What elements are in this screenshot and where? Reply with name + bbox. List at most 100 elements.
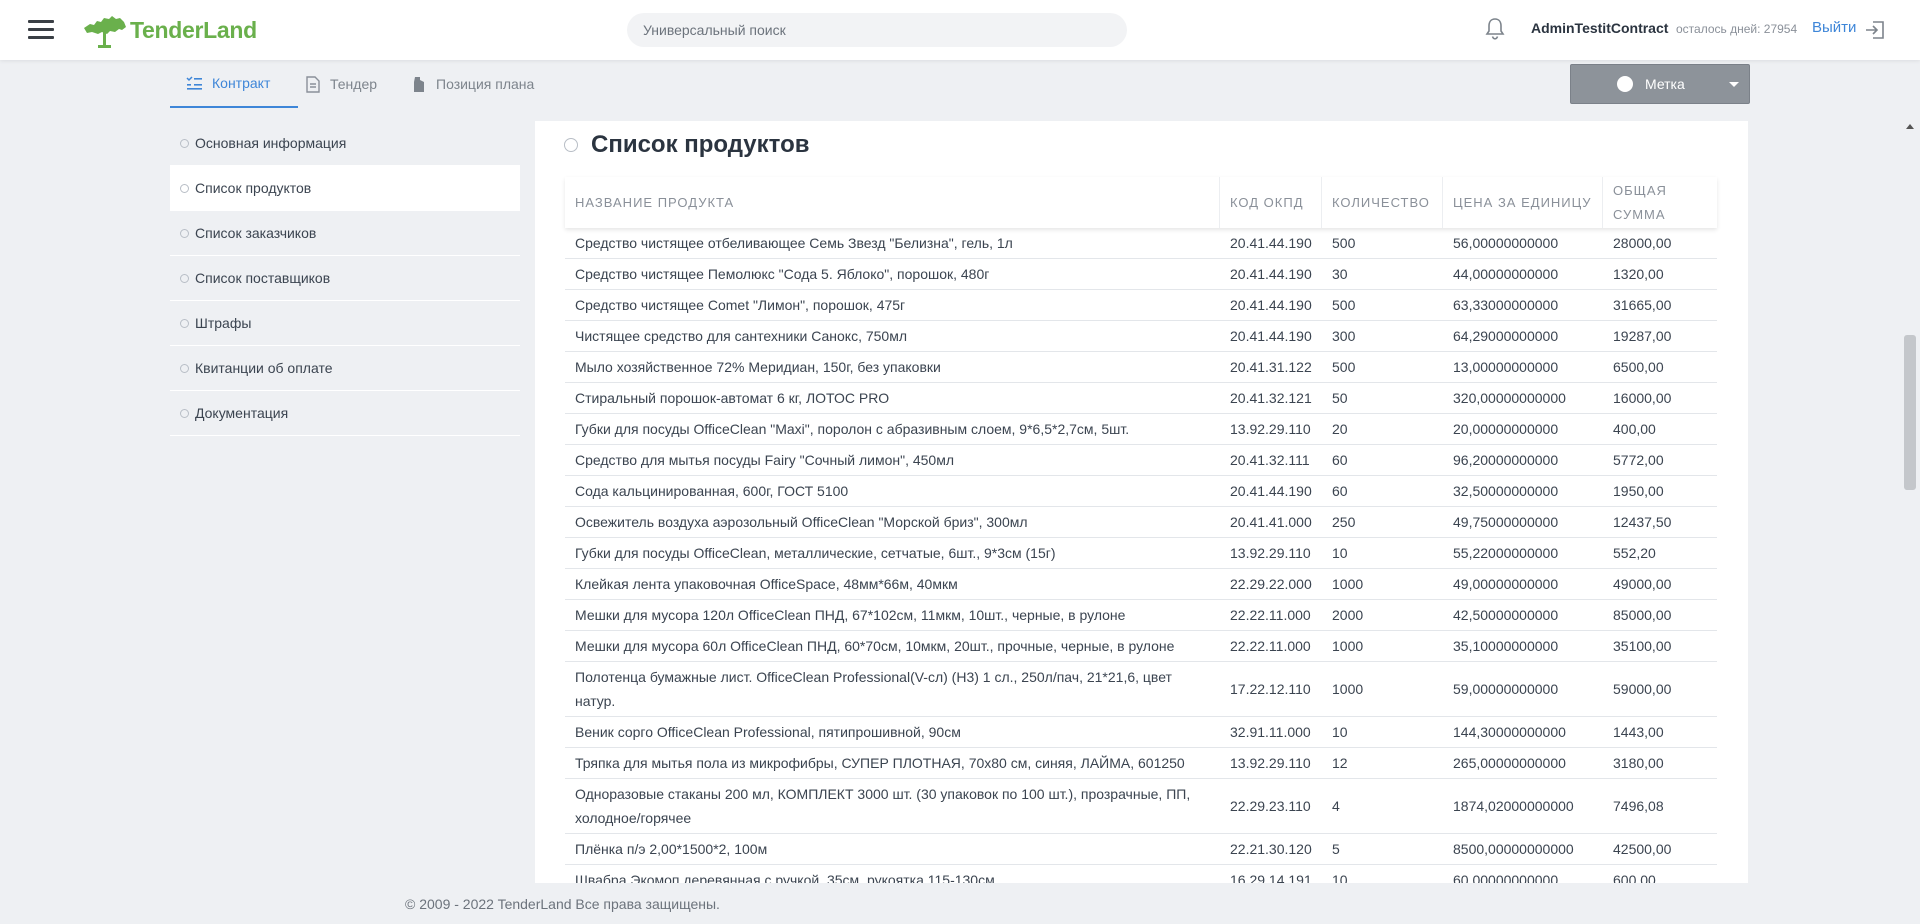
cell-okpd: 20.41.44.190 <box>1230 328 1312 344</box>
table-row[interactable]: Освежитель воздуха аэрозольный OfficeCle… <box>565 507 1717 538</box>
cell-product-name: Мешки для мусора 60л OfficeClean ПНД, 60… <box>575 638 1175 654</box>
cell-unit-price: 59,00000000000 <box>1453 681 1559 697</box>
cell-unit-price: 56,00000000000 <box>1453 235 1559 251</box>
cell-okpd: 20.41.32.111 <box>1230 452 1310 468</box>
sidebar-item-label: Основная информация <box>195 135 347 151</box>
cell-unit-price: 63,33000000000 <box>1453 297 1559 313</box>
table-row[interactable]: Швабра Экомоп деревянная с ручкой, 35см,… <box>565 865 1717 883</box>
sidebar-item-label: Квитанции об оплате <box>195 360 333 376</box>
sidebar-item-main-info[interactable]: Основная информация <box>170 121 520 166</box>
column-header-total[interactable]: Общая сумма <box>1603 177 1717 228</box>
column-header-quantity[interactable]: Количество <box>1322 177 1443 228</box>
logout-icon[interactable] <box>1864 19 1886 41</box>
tab-plan-position[interactable]: Позиция плана <box>412 60 534 108</box>
cell-quantity: 4 <box>1332 798 1340 814</box>
cell-total: 3180,00 <box>1613 755 1664 771</box>
column-header-unit-price[interactable]: Цена за единицу <box>1443 177 1603 228</box>
table-row[interactable]: Плёнка п/э 2,00*1500*2, 100м 22.21.30.120… <box>565 834 1717 865</box>
cell-quantity: 60 <box>1332 483 1348 499</box>
sidebar-item-customers[interactable]: Список заказчиков <box>170 211 520 256</box>
logo[interactable]: TenderLand <box>82 10 257 50</box>
table-row[interactable]: Мыло хозяйственное 72% Меридиан, 150г, б… <box>565 352 1717 383</box>
cell-total: 600,00 <box>1613 872 1656 883</box>
chevron-down-icon[interactable] <box>1729 82 1739 87</box>
bell-icon[interactable] <box>1484 17 1506 41</box>
table-row[interactable]: Средство чистящее Пемолюкс "Сода 5. Ябло… <box>565 259 1717 290</box>
page-scrollbar[interactable] <box>1904 335 1916 490</box>
cell-quantity: 10 <box>1332 872 1348 883</box>
table-row[interactable]: Клейкая лента упаковочная OfficeSpace, 4… <box>565 569 1717 600</box>
cell-product-name: Стиральный порошок-автомат 6 кг, ЛОТОС P… <box>575 390 890 406</box>
cell-okpd: 20.41.44.190 <box>1230 266 1312 282</box>
sidebar-item-products[interactable]: Список продуктов <box>170 166 520 211</box>
cell-okpd: 20.41.32.121 <box>1230 390 1312 406</box>
cell-quantity: 5 <box>1332 841 1340 857</box>
metka-color-dot <box>1617 76 1633 92</box>
tab-plan-position-label: Позиция плана <box>436 76 535 92</box>
table-row[interactable]: Мешки для мусора 120л OfficeClean ПНД, 6… <box>565 600 1717 631</box>
table-row[interactable]: Стиральный порошок-автомат 6 кг, ЛОТОС P… <box>565 383 1717 414</box>
products-panel: Список продуктов Название продукта Код О… <box>535 121 1748 883</box>
cell-quantity: 500 <box>1332 359 1356 375</box>
bullet-icon <box>180 318 189 328</box>
cell-quantity: 60 <box>1332 452 1348 468</box>
logo-map-icon <box>84 16 126 48</box>
table-row[interactable]: Губки для посуды OfficeClean "Maxi", пор… <box>565 414 1717 445</box>
cell-product-name: Средство чистящее Пемолюкс "Сода 5. Ябло… <box>575 266 990 282</box>
cell-total: 31665,00 <box>1613 297 1672 313</box>
cell-product-name: Сода кальцинированная, 600г, ГОСТ 5100 <box>575 483 849 499</box>
table-row[interactable]: Чистящее средство для сантехники Санокс,… <box>565 321 1717 352</box>
cell-total: 49000,00 <box>1613 576 1672 592</box>
sidebar-item-suppliers[interactable]: Список поставщиков <box>170 256 520 301</box>
section-nav: Основная информация Список продуктов Спи… <box>170 121 520 436</box>
table-row[interactable]: Тряпка для мытья пола из микрофибры, СУП… <box>565 748 1717 779</box>
logout-link[interactable]: Выйти <box>1812 19 1856 36</box>
username[interactable]: AdminTestitContract <box>1531 20 1668 36</box>
column-header-name[interactable]: Название продукта <box>565 177 1220 228</box>
section-title: Список продуктов <box>564 131 810 159</box>
search-input[interactable] <box>627 13 1127 47</box>
cell-product-name: Средство чистящее Comet "Лимон", порошок… <box>575 297 906 313</box>
cell-okpd: 20.41.31.122 <box>1230 359 1312 375</box>
cell-unit-price: 44,00000000000 <box>1453 266 1559 282</box>
cell-product-name: Швабра Экомоп деревянная с ручкой, 35см,… <box>575 872 995 883</box>
table-row[interactable]: Одноразовые стаканы 200 мл, КОМПЛЕКТ 300… <box>565 779 1717 834</box>
table-row[interactable]: Сода кальцинированная, 600г, ГОСТ 5100 20… <box>565 476 1717 507</box>
cell-okpd: 17.22.12.110 <box>1230 681 1311 697</box>
tab-tender[interactable]: Тендер <box>306 60 377 108</box>
sidebar-item-penalties[interactable]: Штрафы <box>170 301 520 346</box>
cell-total: 28000,00 <box>1613 235 1672 251</box>
cell-unit-price: 1874,02000000000 <box>1453 798 1574 814</box>
bottle-icon <box>414 76 424 92</box>
table-row[interactable]: Средство для мытья посуды Fairy "Сочный … <box>565 445 1717 476</box>
table-header: Название продукта Код ОКПД Количество Це… <box>565 177 1717 228</box>
cell-total: 5772,00 <box>1613 452 1664 468</box>
table-row[interactable]: Веник сорго OfficeClean Professional, пя… <box>565 717 1717 748</box>
table-row[interactable]: Полотенца бумажные лист. OfficeClean Pro… <box>565 662 1717 717</box>
table-row[interactable]: Губки для посуды OfficeClean, металличес… <box>565 538 1717 569</box>
cell-unit-price: 49,75000000000 <box>1453 514 1559 530</box>
column-header-okpd[interactable]: Код ОКПД <box>1220 177 1322 228</box>
sidebar-item-label: Штрафы <box>195 315 252 331</box>
bullet-icon <box>180 273 189 283</box>
cell-unit-price: 320,00000000000 <box>1453 390 1566 406</box>
tab-tender-label: Тендер <box>330 76 378 92</box>
products-table: Название продукта Код ОКПД Количество Це… <box>565 177 1717 883</box>
metka-button[interactable]: Метка <box>1570 64 1750 104</box>
cell-total: 7496,08 <box>1613 798 1664 814</box>
table-row[interactable]: Средство чистящее отбеливающее Семь Звез… <box>565 228 1717 259</box>
table-row[interactable]: Мешки для мусора 60л OfficeClean ПНД, 60… <box>565 631 1717 662</box>
table-row[interactable]: Средство чистящее Comet "Лимон", порошок… <box>565 290 1717 321</box>
sidebar-item-receipts[interactable]: Квитанции об оплате <box>170 346 520 391</box>
cell-product-name: Средство чистящее отбеливающее Семь Звез… <box>575 235 1013 251</box>
cell-unit-price: 32,50000000000 <box>1453 483 1559 499</box>
menu-icon[interactable] <box>28 20 54 40</box>
cell-total: 552,20 <box>1613 545 1656 561</box>
tab-kontrakt[interactable]: Контракт <box>170 60 298 108</box>
cell-okpd: 20.41.41.000 <box>1230 514 1312 530</box>
cell-quantity: 500 <box>1332 235 1356 251</box>
sidebar-item-documentation[interactable]: Документация <box>170 391 520 436</box>
table-body: Средство чистящее отбеливающее Семь Звез… <box>565 228 1717 883</box>
scroll-up-arrow-icon[interactable] <box>1906 124 1914 129</box>
cell-total: 42500,00 <box>1613 841 1672 857</box>
